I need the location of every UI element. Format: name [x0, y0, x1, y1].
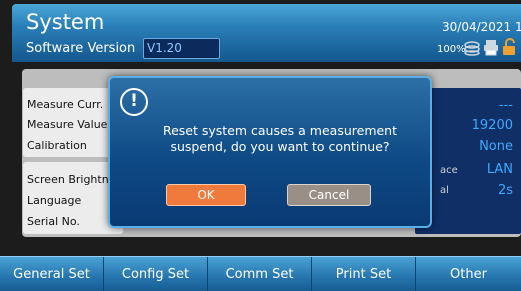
serial-number-label: Serial No. — [27, 215, 80, 228]
calibration-value: None — [479, 139, 513, 154]
printer-icon — [484, 40, 498, 56]
measure-value-label[interactable]: Measure Value — [27, 118, 107, 131]
dialog-message-line2: suspend, do you want to continue? — [170, 139, 390, 154]
page-title: System — [26, 10, 105, 34]
language-label[interactable]: Language — [27, 194, 81, 207]
signal-icon — [464, 41, 480, 56]
warning-circle-icon: ! — [120, 88, 148, 116]
tab-other[interactable]: Other — [416, 257, 521, 291]
screen-brightness-label[interactable]: Screen Brightn — [27, 173, 109, 186]
bottom-nav: General Set Config Set Comm Set Print Se… — [0, 256, 521, 291]
measure-current-value: --- — [498, 98, 513, 113]
datetime: 30/04/2021 17:29 — [442, 20, 521, 34]
software-version-value: V1.20 — [143, 38, 220, 59]
tab-config-set[interactable]: Config Set — [104, 257, 208, 291]
system-screen: System Software Version V1.20 30/04/2021… — [0, 0, 521, 291]
dialog-message-line1: Reset system causes a measurement — [162, 123, 398, 138]
reset-confirm-dialog: ! Reset system causes a measurement susp… — [108, 76, 432, 228]
measure-value-value: 19200 — [471, 118, 513, 133]
interval-value: 2s — [497, 183, 513, 198]
interface-value: LAN — [486, 162, 513, 177]
interval-label-partial: al — [440, 185, 449, 196]
dialog-message: Reset system causes a measurement suspen… — [130, 123, 430, 155]
interface-label-partial: ace — [440, 165, 458, 176]
lock-icon — [503, 38, 515, 55]
cancel-button[interactable]: Cancel — [287, 184, 371, 206]
calibration-label[interactable]: Calibration — [27, 139, 87, 152]
battery-percent: 100% — [437, 44, 466, 55]
tab-comm-set[interactable]: Comm Set — [208, 257, 312, 291]
measure-current-label[interactable]: Measure Curr. — [27, 98, 103, 111]
software-version-label: Software Version — [26, 41, 136, 56]
tab-general-set[interactable]: General Set — [0, 257, 104, 291]
header-bar: System Software Version V1.20 30/04/2021… — [12, 4, 521, 62]
ok-button[interactable]: OK — [166, 184, 246, 206]
tab-print-set[interactable]: Print Set — [312, 257, 416, 291]
